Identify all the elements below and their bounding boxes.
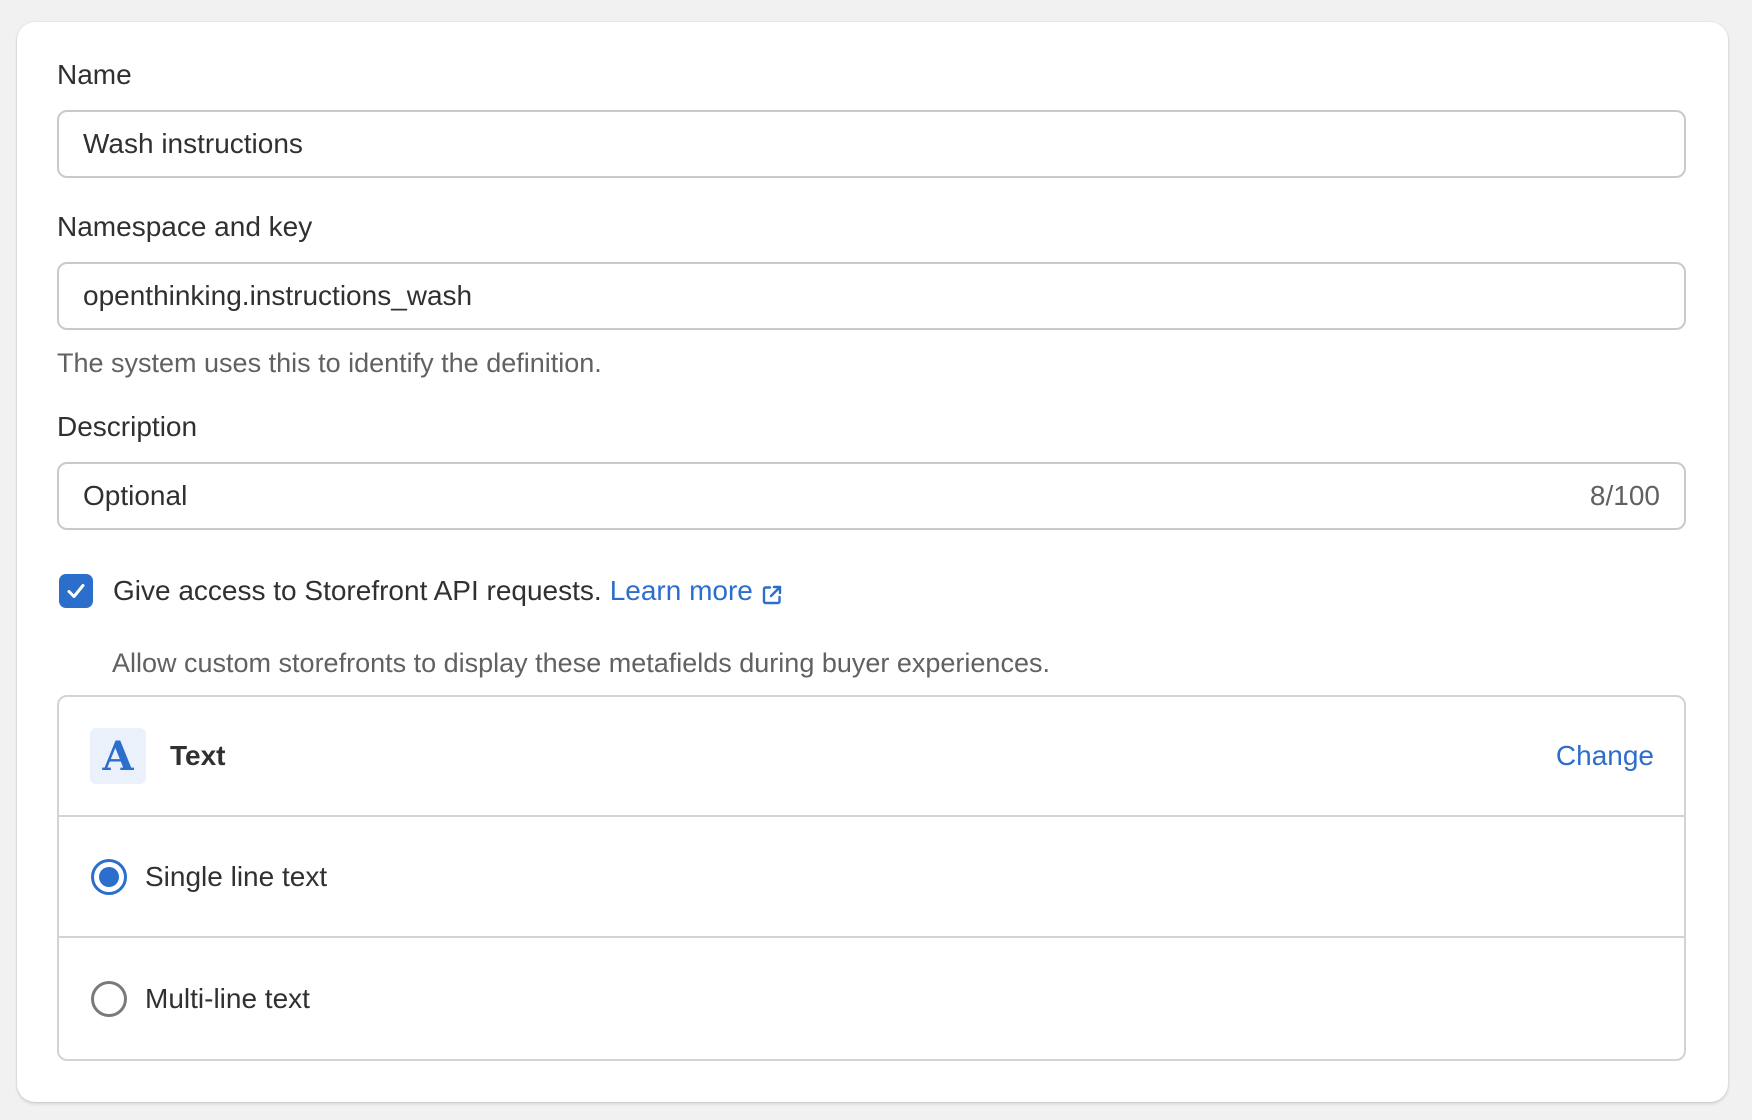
type-option-single-line[interactable]: Single line text — [59, 817, 1684, 938]
namespace-key-help-text: The system uses this to identify the def… — [57, 348, 602, 378]
storefront-access-help-text: Allow custom storefronts to display thes… — [112, 648, 1050, 678]
name-input-value: Wash instructions — [83, 128, 303, 159]
storefront-access-label: Give access to Storefront API requests. … — [113, 574, 783, 608]
name-label: Name — [57, 59, 132, 90]
single-line-label: Single line text — [145, 860, 328, 892]
single-line-radio[interactable] — [91, 858, 127, 895]
description-input[interactable]: Optional 8/100 — [57, 462, 1686, 530]
multi-line-label: Multi-line text — [145, 982, 310, 1014]
type-header: A Text Change — [59, 697, 1684, 817]
namespace-key-input-value: openthinking.instructions_wash — [83, 280, 473, 311]
text-type-icon: A — [90, 728, 146, 784]
storefront-access-checkbox[interactable] — [59, 574, 93, 608]
radio-selected-dot — [99, 866, 119, 887]
storefront-access-row: Give access to Storefront API requests. … — [59, 574, 783, 608]
namespace-key-label: Namespace and key — [57, 211, 313, 242]
metafield-definition-card: Name Wash instructions Namespace and key… — [17, 22, 1728, 1102]
storefront-access-label-text: Give access to Storefront API requests. — [113, 575, 602, 606]
checkmark-icon — [67, 584, 85, 598]
learn-more-link[interactable]: Learn more — [610, 574, 753, 608]
name-input[interactable]: Wash instructions — [57, 110, 1686, 178]
external-link-icon[interactable] — [761, 580, 783, 605]
type-selector: A Text Change Single line text Multi-lin… — [57, 695, 1686, 1061]
multi-line-radio[interactable] — [91, 980, 127, 1017]
change-type-button[interactable]: Change — [1556, 740, 1654, 772]
type-option-multi-line[interactable]: Multi-line text — [59, 938, 1684, 1059]
description-character-counter: 8/100 — [1589, 480, 1660, 511]
description-input-value: Optional — [83, 480, 188, 511]
type-name: Text — [170, 740, 226, 771]
description-label: Description — [57, 411, 198, 442]
namespace-key-input[interactable]: openthinking.instructions_wash — [57, 262, 1686, 330]
